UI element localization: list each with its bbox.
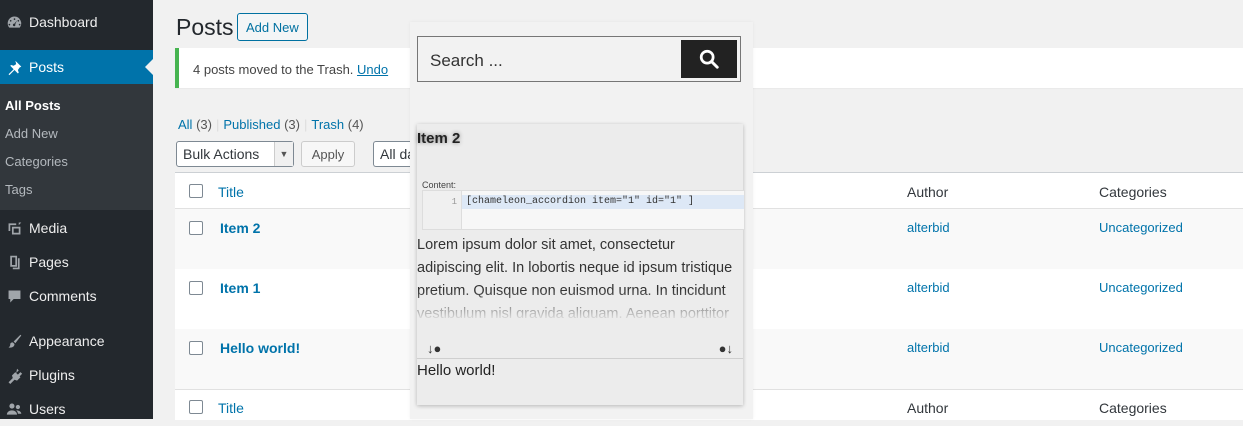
- author-link[interactable]: alterbid: [907, 340, 950, 355]
- filter-published-count: (3): [284, 117, 300, 132]
- posts-submenu: All Posts Add New Categories Tags: [0, 84, 153, 210]
- filter-published[interactable]: Published: [223, 117, 280, 132]
- select-all-checkbox-footer[interactable]: [189, 400, 203, 414]
- page-title: Posts: [176, 14, 234, 40]
- card-divider: [417, 358, 743, 359]
- preview-overlay: Search ... Item 2 Content: 1 [chameleon_…: [410, 22, 753, 419]
- submenu-categories[interactable]: Categories: [5, 154, 68, 169]
- menu-plugins-label: Plugins: [29, 367, 75, 383]
- select-all-checkbox[interactable]: [189, 184, 203, 198]
- active-code-line: [chameleon_accordion item="1" id="1" ]: [462, 195, 744, 209]
- comment-icon: [5, 287, 23, 305]
- line-number: 1: [451, 197, 457, 207]
- menu-pages[interactable]: Pages: [0, 245, 153, 279]
- users-icon: [5, 400, 23, 418]
- post-title-link[interactable]: Hello world!: [220, 340, 300, 356]
- dashboard-icon: [5, 13, 23, 31]
- menu-pages-label: Pages: [29, 254, 69, 270]
- column-title-footer[interactable]: Title: [218, 400, 244, 416]
- collapse-down-icon[interactable]: ●↓: [719, 341, 733, 356]
- pushpin-icon: [5, 58, 23, 76]
- shortcode-text: [chameleon_accordion item="1" id="1" ]: [466, 196, 695, 207]
- post-title-link[interactable]: Item 1: [220, 280, 260, 296]
- row-checkbox[interactable]: [189, 221, 203, 235]
- bulk-actions-value: Bulk Actions: [183, 146, 260, 162]
- author-link[interactable]: alterbid: [907, 220, 950, 235]
- notice-text: 4 posts moved to the Trash. Undo: [193, 62, 388, 77]
- status-filters: All (3) | Published (3) | Trash (4): [178, 117, 364, 132]
- submenu-add-new[interactable]: Add New: [5, 126, 58, 141]
- column-categories-header: Categories: [1099, 184, 1167, 200]
- menu-posts-label: Posts: [29, 59, 65, 75]
- filter-separator: |: [215, 117, 220, 132]
- plugin-icon: [5, 366, 23, 384]
- expand-down-icon[interactable]: ↓●: [427, 341, 441, 356]
- column-author-header: Author: [907, 184, 949, 200]
- submenu-tags[interactable]: Tags: [5, 182, 32, 197]
- code-editor[interactable]: 1 [chameleon_accordion item="1" id="1" ]: [422, 190, 745, 230]
- admin-sidebar: Dashboard Posts All Posts Add New Catego…: [0, 0, 153, 419]
- filter-all[interactable]: All: [178, 117, 192, 132]
- submenu-all-posts[interactable]: All Posts: [5, 98, 61, 113]
- filter-trash-count: (4): [347, 117, 364, 132]
- bulk-actions-select[interactable]: Bulk Actions ▼: [176, 141, 294, 167]
- accordion-item-title[interactable]: Item 2: [417, 130, 460, 147]
- filter-trash[interactable]: Trash: [311, 117, 344, 132]
- category-link[interactable]: Uncategorized: [1099, 280, 1183, 295]
- menu-comments-label: Comments: [29, 288, 97, 304]
- next-item-title[interactable]: Hello world!: [417, 362, 495, 379]
- menu-appearance[interactable]: Appearance: [0, 324, 153, 358]
- filter-separator: |: [303, 117, 308, 132]
- menu-dashboard-label: Dashboard: [29, 14, 98, 30]
- row-checkbox[interactable]: [189, 341, 203, 355]
- search-placeholder: Search ...: [430, 51, 503, 70]
- menu-users-label: Users: [29, 401, 66, 417]
- add-new-button[interactable]: Add New: [237, 13, 308, 41]
- column-title-header[interactable]: Title: [218, 184, 244, 200]
- paintbrush-icon: [5, 332, 23, 350]
- accordion-preview-card: Item 2 Content: 1 [chameleon_accordion i…: [417, 124, 745, 405]
- pages-icon: [5, 253, 23, 271]
- menu-media-label: Media: [29, 220, 68, 236]
- apply-button[interactable]: Apply: [301, 141, 355, 167]
- search-input[interactable]: Search ...: [417, 36, 741, 82]
- content-fade: [417, 290, 743, 320]
- filter-all-count: (3): [196, 117, 212, 132]
- media-icon: [5, 219, 23, 237]
- search-icon: [699, 49, 719, 69]
- menu-users[interactable]: Users: [0, 392, 153, 426]
- menu-plugins[interactable]: Plugins: [0, 358, 153, 392]
- column-author-footer: Author: [907, 400, 949, 416]
- menu-appearance-label: Appearance: [29, 333, 105, 349]
- line-gutter: 1: [423, 191, 462, 229]
- menu-dashboard[interactable]: Dashboard: [0, 5, 153, 39]
- content-label: Content:: [422, 180, 457, 190]
- undo-link[interactable]: Undo: [357, 62, 388, 77]
- menu-posts[interactable]: Posts: [0, 50, 153, 84]
- search-button[interactable]: [681, 40, 737, 78]
- row-checkbox[interactable]: [189, 281, 203, 295]
- author-link[interactable]: alterbid: [907, 280, 950, 295]
- category-link[interactable]: Uncategorized: [1099, 340, 1183, 355]
- notice-message: 4 posts moved to the Trash.: [193, 62, 354, 77]
- menu-media[interactable]: Media: [0, 211, 153, 245]
- post-title-link[interactable]: Item 2: [220, 220, 260, 236]
- category-link[interactable]: Uncategorized: [1099, 220, 1183, 235]
- menu-comments[interactable]: Comments: [0, 279, 153, 313]
- chevron-down-icon: ▼: [274, 142, 293, 166]
- column-categories-footer: Categories: [1099, 400, 1167, 416]
